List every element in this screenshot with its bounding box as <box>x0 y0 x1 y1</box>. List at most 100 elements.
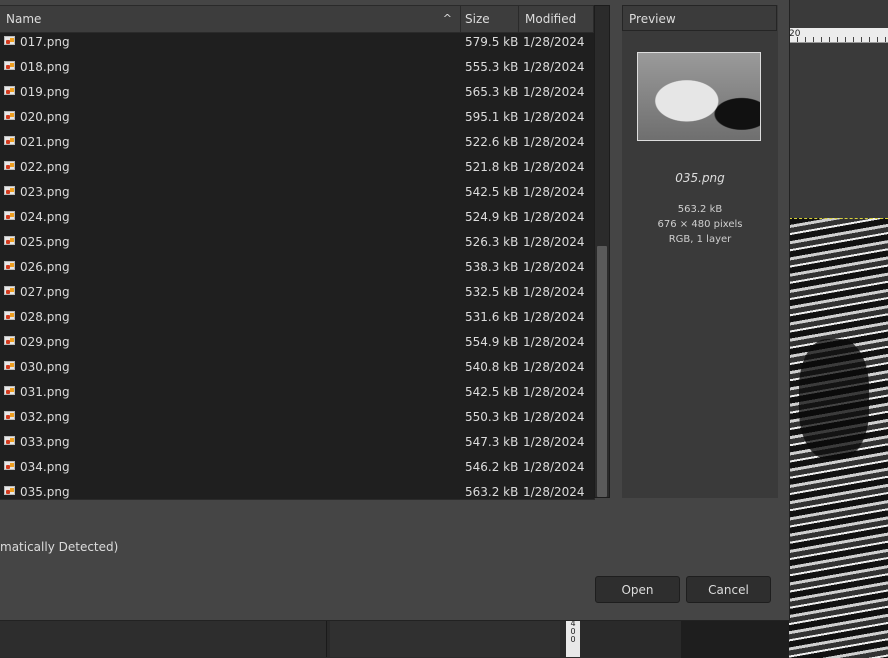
horizontal-ruler: 20 <box>789 28 888 43</box>
image-file-icon <box>4 111 15 120</box>
file-row[interactable]: 024.png 524.9 kB 1/28/2024 <box>0 205 594 230</box>
file-modified: 1/28/2024 <box>523 285 585 299</box>
file-row[interactable]: 018.png 555.3 kB 1/28/2024 <box>0 55 594 80</box>
file-size: 563.2 kB <box>465 485 519 499</box>
image-file-icon <box>4 361 15 370</box>
file-row[interactable]: 035.png 563.2 kB 1/28/2024 <box>0 480 594 499</box>
file-modified: 1/28/2024 <box>523 235 585 249</box>
file-row[interactable]: 026.png 538.3 kB 1/28/2024 <box>0 255 594 280</box>
file-list-header: Name ^ Size Modified <box>0 6 594 33</box>
preview-color-info: RGB, 1 layer <box>668 234 732 245</box>
cancel-button[interactable]: Cancel <box>686 576 771 603</box>
file-size: 595.1 kB <box>465 110 519 124</box>
file-modified: 1/28/2024 <box>523 485 585 499</box>
file-row[interactable]: 023.png 542.5 kB 1/28/2024 <box>0 180 594 205</box>
image-file-icon <box>4 261 15 270</box>
file-modified: 1/28/2024 <box>523 85 585 99</box>
file-name: 024.png <box>20 210 70 224</box>
sort-ascending-icon: ^ <box>442 12 452 25</box>
column-header-size[interactable]: Size <box>461 6 519 32</box>
file-row[interactable]: 025.png 526.3 kB 1/28/2024 <box>0 230 594 255</box>
file-name: 023.png <box>20 185 70 199</box>
image-file-icon <box>4 61 15 70</box>
background-panel-left <box>0 620 327 657</box>
preview-thumbnail[interactable] <box>637 52 761 141</box>
open-image-dialog: Name ^ Size Modified 017.png 579.5 kB 1/28… <box>0 0 790 621</box>
file-size: 546.2 kB <box>465 460 519 474</box>
file-modified: 1/28/2024 <box>523 135 585 149</box>
open-button[interactable]: Open <box>595 576 680 603</box>
file-modified: 1/28/2024 <box>523 60 585 74</box>
image-file-icon <box>4 436 15 445</box>
file-row[interactable]: 028.png 531.6 kB 1/28/2024 <box>0 305 594 330</box>
file-row[interactable]: 019.png 565.3 kB 1/28/2024 <box>0 80 594 105</box>
file-size: 579.5 kB <box>465 35 519 49</box>
image-file-icon <box>4 486 15 495</box>
file-name: 020.png <box>20 110 70 124</box>
background-canvas-bottom <box>681 620 789 658</box>
file-name: 034.png <box>20 460 70 474</box>
preview-filename: 035.png <box>675 171 725 185</box>
file-row[interactable]: 030.png 540.8 kB 1/28/2024 <box>0 355 594 380</box>
file-row[interactable]: 021.png 522.6 kB 1/28/2024 <box>0 130 594 155</box>
file-size: 526.3 kB <box>465 235 519 249</box>
file-modified: 1/28/2024 <box>523 35 585 49</box>
file-row[interactable]: 027.png 532.5 kB 1/28/2024 <box>0 280 594 305</box>
file-name: 027.png <box>20 285 70 299</box>
file-modified: 1/28/2024 <box>523 435 585 449</box>
file-list[interactable]: Name ^ Size Modified 017.png 579.5 kB 1/28… <box>0 5 595 500</box>
image-file-icon <box>4 386 15 395</box>
file-type-filter[interactable]: matically Detected) <box>0 540 118 554</box>
file-modified: 1/28/2024 <box>523 210 585 224</box>
image-file-icon <box>4 186 15 195</box>
file-size: 532.5 kB <box>465 285 519 299</box>
image-file-icon <box>4 336 15 345</box>
background-panel-middle <box>330 620 560 657</box>
file-size: 521.8 kB <box>465 160 519 174</box>
scrollbar-thumb[interactable] <box>597 246 607 497</box>
background-image-canvas <box>789 218 888 658</box>
file-row[interactable]: 029.png 554.9 kB 1/28/2024 <box>0 330 594 355</box>
preview-dimensions: 676 × 480 pixels <box>657 219 743 230</box>
image-file-icon <box>4 461 15 470</box>
file-name: 017.png <box>20 35 70 49</box>
file-name: 033.png <box>20 435 70 449</box>
image-file-icon <box>4 86 15 95</box>
file-size: 542.5 kB <box>465 385 519 399</box>
image-file-icon <box>4 36 15 45</box>
file-size: 542.5 kB <box>465 185 519 199</box>
file-name: 030.png <box>20 360 70 374</box>
file-modified: 1/28/2024 <box>523 310 585 324</box>
file-modified: 1/28/2024 <box>523 460 585 474</box>
file-size: 538.3 kB <box>465 260 519 274</box>
file-size: 540.8 kB <box>465 360 519 374</box>
file-row[interactable]: 034.png 546.2 kB 1/28/2024 <box>0 455 594 480</box>
file-size: 550.3 kB <box>465 410 519 424</box>
file-name: 018.png <box>20 60 70 74</box>
preview-title[interactable]: Preview <box>622 5 777 31</box>
column-header-name[interactable]: Name ^ <box>0 6 461 32</box>
file-modified: 1/28/2024 <box>523 360 585 374</box>
file-row[interactable]: 031.png 542.5 kB 1/28/2024 <box>0 380 594 405</box>
image-file-icon <box>4 311 15 320</box>
file-row[interactable]: 017.png 579.5 kB 1/28/2024 <box>0 30 594 55</box>
image-file-icon <box>4 236 15 245</box>
file-size: 555.3 kB <box>465 60 519 74</box>
file-modified: 1/28/2024 <box>523 385 585 399</box>
file-modified: 1/28/2024 <box>523 335 585 349</box>
vertical-ruler: 400 <box>566 620 580 657</box>
file-row[interactable]: 033.png 547.3 kB 1/28/2024 <box>0 430 594 455</box>
file-modified: 1/28/2024 <box>523 410 585 424</box>
file-name: 022.png <box>20 160 70 174</box>
image-file-icon <box>4 161 15 170</box>
column-header-modified[interactable]: Modified <box>519 6 594 32</box>
file-modified: 1/28/2024 <box>523 110 585 124</box>
file-name: 019.png <box>20 85 70 99</box>
file-row[interactable]: 032.png 550.3 kB 1/28/2024 <box>0 405 594 430</box>
file-row[interactable]: 022.png 521.8 kB 1/28/2024 <box>0 155 594 180</box>
file-size: 565.3 kB <box>465 85 519 99</box>
background-bottom-area: 400 <box>0 620 789 658</box>
file-list-scrollbar[interactable] <box>594 5 610 498</box>
file-row[interactable]: 020.png 595.1 kB 1/28/2024 <box>0 105 594 130</box>
image-file-icon <box>4 211 15 220</box>
